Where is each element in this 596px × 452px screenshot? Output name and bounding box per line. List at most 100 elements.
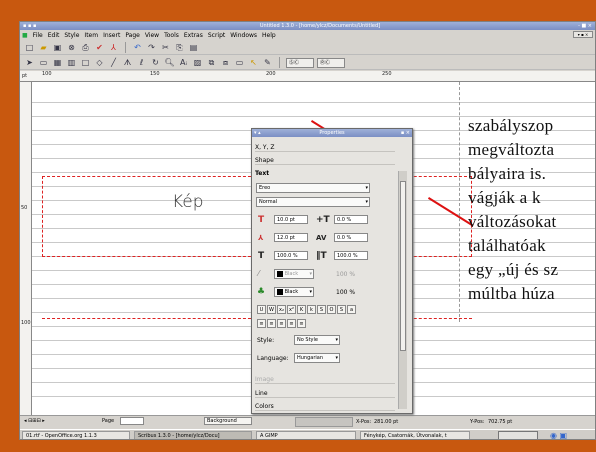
font-style-select[interactable]: Normal ▾ — [256, 197, 370, 207]
bezier-icon[interactable]: ᗑ — [122, 57, 133, 68]
section-shape[interactable]: Shape — [255, 156, 395, 165]
align-right-button[interactable]: ≡ — [277, 319, 286, 328]
zoom-icon[interactable]: 🔍︎ — [164, 57, 175, 68]
preflight-icon[interactable]: ✔ — [94, 42, 105, 53]
pdf-annot-select[interactable]: ⓇⒸ — [317, 57, 345, 68]
font-size-field[interactable]: 10.0 pt — [274, 215, 308, 224]
mdi-controls[interactable]: ▾ ▪ × — [573, 31, 593, 38]
window-controls[interactable]: - ■ × — [578, 22, 592, 30]
menu-item[interactable]: Item — [84, 32, 98, 39]
taskbar-item[interactable]: A GIMP — [256, 431, 356, 439]
close-doc-icon[interactable]: ⊗ — [66, 42, 77, 53]
select-icon[interactable]: ➤ — [24, 57, 35, 68]
scale-width-field[interactable]: 100.0 % — [274, 251, 308, 260]
pdf-icon[interactable]: ⅄ — [108, 42, 119, 53]
measure-icon[interactable]: ▭ — [234, 57, 245, 68]
section-colors[interactable]: Colors — [255, 402, 395, 411]
subscript-button[interactable]: x₂ — [277, 305, 286, 314]
redo-icon[interactable]: ↷ — [146, 42, 157, 53]
statusbar: ◂ ⊟⊞⊟ ▸ Page Background X-Pos: 281.00 pt… — [20, 415, 595, 429]
superscript-button[interactable]: x² — [287, 305, 296, 314]
outline-button[interactable]: O — [327, 305, 336, 314]
unlink-frames-icon[interactable]: ⧈ — [220, 57, 231, 68]
line-spacing-field[interactable]: 12.0 pt — [274, 233, 308, 242]
fill-color-select[interactable]: Black ▾ — [274, 287, 314, 297]
xpos-field-box — [295, 417, 353, 427]
palette-close-icon[interactable]: ▪ × — [401, 129, 410, 137]
text-frame[interactable]: szabályszop megváltozta bályaira is. vág… — [459, 82, 595, 322]
kerning-field[interactable]: 0.0 % — [334, 233, 368, 242]
story-editor-icon[interactable]: ▨ — [192, 57, 203, 68]
allcaps-button[interactable]: K — [297, 305, 306, 314]
zoom-control[interactable]: ◂ ⊟⊞⊟ ▸ — [24, 418, 45, 424]
pdf-tools-select[interactable]: ⓈⒸ — [286, 57, 314, 68]
align-left-button[interactable]: ≡ — [257, 319, 266, 328]
page-field[interactable]: Page — [102, 418, 114, 424]
link-frames-icon[interactable]: ⧉ — [206, 57, 217, 68]
open-icon[interactable]: ▰ — [38, 42, 49, 53]
tray-icon[interactable]: ◉ ▣ — [550, 431, 567, 439]
image-frame-icon[interactable]: ▦ — [52, 57, 63, 68]
layer-select[interactable]: Background — [204, 417, 252, 425]
section-text[interactable]: Text — [255, 169, 395, 178]
eyedropper-icon[interactable]: ✎ — [262, 57, 273, 68]
menu-view[interactable]: View — [145, 32, 159, 39]
copy-props-icon[interactable]: ↖ — [248, 57, 259, 68]
menu-help[interactable]: Help — [262, 32, 276, 39]
align-center-button[interactable]: ≡ — [267, 319, 276, 328]
section-line[interactable]: Line — [255, 389, 395, 398]
scale-height-field[interactable]: 100.0 % — [334, 251, 368, 260]
paste-icon[interactable]: ▤ — [188, 42, 199, 53]
menu-style[interactable]: Style — [64, 32, 79, 39]
shape-icon[interactable]: □ — [80, 57, 91, 68]
menu-page[interactable]: Page — [125, 32, 140, 39]
strikethrough-button[interactable]: S — [317, 305, 326, 314]
tracking-button[interactable]: a — [347, 305, 356, 314]
menu-extras[interactable]: Extras — [184, 32, 203, 39]
print-icon[interactable]: ⎙ — [80, 42, 91, 53]
section-image[interactable]: Image — [255, 375, 395, 384]
menu-file[interactable]: File — [33, 32, 43, 39]
line-icon[interactable]: ╱ — [108, 57, 119, 68]
smallcaps-button[interactable]: k — [307, 305, 316, 314]
tracking-field[interactable]: 0.0 % — [334, 215, 368, 224]
language-select[interactable]: Hungarian ▾ — [294, 353, 340, 363]
page-select[interactable] — [120, 417, 144, 425]
align-forced-button[interactable]: ≡ — [297, 319, 306, 328]
taskbar-item[interactable]: Scribus 1.3.0 - [home/ylcz/Docu] — [134, 431, 252, 439]
menu-tools[interactable]: Tools — [164, 32, 179, 39]
taskbar-item[interactable]: 01.rtf - OpenOffice.org 1.1.3 — [22, 431, 130, 439]
rotate-icon[interactable]: ↻ — [150, 57, 161, 68]
taskbar-item[interactable]: Fénykép, Csatornák, Útvonalak, t — [360, 431, 470, 439]
menu-script[interactable]: Script — [208, 32, 225, 39]
pager-icon[interactable] — [498, 431, 538, 439]
save-icon[interactable]: ▣ — [52, 42, 63, 53]
shadow-button[interactable]: S — [337, 305, 346, 314]
cut-icon[interactable]: ✂ — [160, 42, 171, 53]
table-icon[interactable]: ▥ — [66, 57, 77, 68]
style-select[interactable]: No Style ▾ — [294, 335, 340, 345]
kerning-icon: AV — [316, 234, 327, 242]
copy-icon[interactable]: ⎘ — [174, 42, 185, 53]
freehand-icon[interactable]: ℓ — [136, 57, 147, 68]
undo-icon[interactable]: ↶ — [132, 42, 143, 53]
menu-edit[interactable]: Edit — [48, 32, 60, 39]
polygon-icon[interactable]: ◇ — [94, 57, 105, 68]
properties-scrollbar[interactable] — [398, 171, 407, 409]
font-select[interactable]: Ereo ▾ — [256, 183, 370, 193]
text-frame-icon[interactable]: ▭ — [38, 57, 49, 68]
underline-words-button[interactable]: W — [267, 305, 276, 314]
properties-title: Properties — [319, 130, 345, 136]
palette-menu-icon[interactable]: ▾ ▴ — [254, 129, 261, 137]
align-justify-button[interactable]: ≡ — [287, 319, 296, 328]
underline-button[interactable]: U — [257, 305, 266, 314]
menu-insert[interactable]: Insert — [103, 32, 120, 39]
menu-windows[interactable]: Windows — [230, 32, 257, 39]
section-xyz[interactable]: X, Y, Z — [255, 143, 395, 152]
new-icon[interactable]: □ — [24, 42, 35, 53]
scale-height-icon: ‖T — [316, 251, 327, 261]
scrollbar-thumb[interactable] — [400, 181, 406, 351]
stroke-color-select[interactable]: Black ▾ — [274, 269, 314, 279]
edit-text-icon[interactable]: Aᵢ — [178, 57, 189, 68]
window-menu-icon[interactable]: ▪ ▪ ▪ — [23, 22, 36, 30]
